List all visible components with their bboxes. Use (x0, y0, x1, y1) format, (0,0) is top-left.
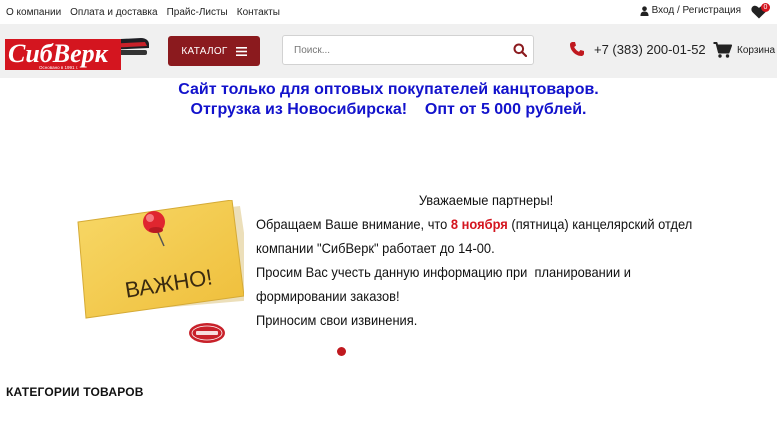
slider-dot-active[interactable] (337, 347, 346, 356)
phone-contact[interactable]: +7 (383) 200-01-52 (569, 41, 706, 57)
logo-wordmark: СибВерк (8, 39, 109, 68)
wholesale-announcement: Сайт только для оптовых покупателей канц… (0, 80, 777, 120)
categories-heading: КАТЕГОРИИ ТОВАРОВ (6, 385, 144, 399)
sibverk-logo[interactable]: СибВерк Основано в 1991 г. (5, 34, 151, 72)
nav-link-about[interactable]: О компании (6, 7, 61, 18)
nav-link-payment-delivery[interactable]: Оплата и доставка (70, 7, 157, 18)
nav-link-price-lists[interactable]: Прайс-Листы (167, 7, 228, 18)
notice-text: Уважаемые партнеры! Обращаем Ваше вниман… (256, 188, 716, 332)
notice-line-4: формировании заказов! (256, 288, 400, 304)
notice-date-highlight: 8 ноября (450, 216, 508, 232)
phone-number: +7 (383) 200-01-52 (594, 41, 706, 57)
nav-link-contacts[interactable]: Контакты (237, 7, 280, 18)
favorites-count-badge: 0 (761, 3, 770, 12)
top-nav: О компании Оплата и доставка Прайс-Листы… (0, 7, 280, 18)
cart-link[interactable]: Корзина (713, 42, 775, 58)
notice-line-2: компании "СибВерк" работает до 14-00. (256, 240, 495, 256)
notice-line-3: Просим Вас учесть данную информацию при … (256, 264, 631, 280)
search-box (282, 35, 534, 65)
notice-greeting: Уважаемые партнеры! (418, 192, 554, 208)
cart-icon (713, 42, 732, 58)
user-icon (640, 5, 649, 16)
announcement-line-1: Сайт только для оптовых покупателей канц… (178, 81, 599, 98)
phone-icon (570, 42, 584, 56)
announcement-line-2: Отгрузка из Новосибирска! Опт от 5 000 р… (190, 101, 587, 118)
important-sticky-note: ВАЖНО! (77, 200, 244, 319)
catalog-button[interactable]: КАТАЛОГ (168, 36, 260, 66)
login-link[interactable]: Вход / Регистрация (640, 5, 741, 16)
sibverk-stamp-logo (189, 323, 225, 343)
notice-line-5: Приносим свои извинения. (256, 312, 418, 328)
main-header: СибВерк Основано в 1991 г. КАТАЛОГ +7 (3… (0, 24, 777, 78)
promo-banner[interactable]: ВАЖНО! Уважаемые партнеры! Обращаем Ваше… (0, 160, 777, 360)
login-label: Вход / Регистрация (651, 5, 741, 16)
top-bar: О компании Оплата и доставка Прайс-Листы… (0, 0, 777, 24)
logo-subtext: Основано в 1991 г. (39, 65, 78, 70)
cart-label: Корзина (737, 44, 776, 56)
catalog-label: КАТАЛОГ (181, 45, 228, 57)
menu-icon (235, 46, 247, 56)
search-input[interactable] (283, 36, 507, 64)
notice-line-1: Обращаем Ваше внимание, что 8 ноября (пя… (256, 216, 693, 232)
search-icon[interactable] (513, 43, 527, 57)
